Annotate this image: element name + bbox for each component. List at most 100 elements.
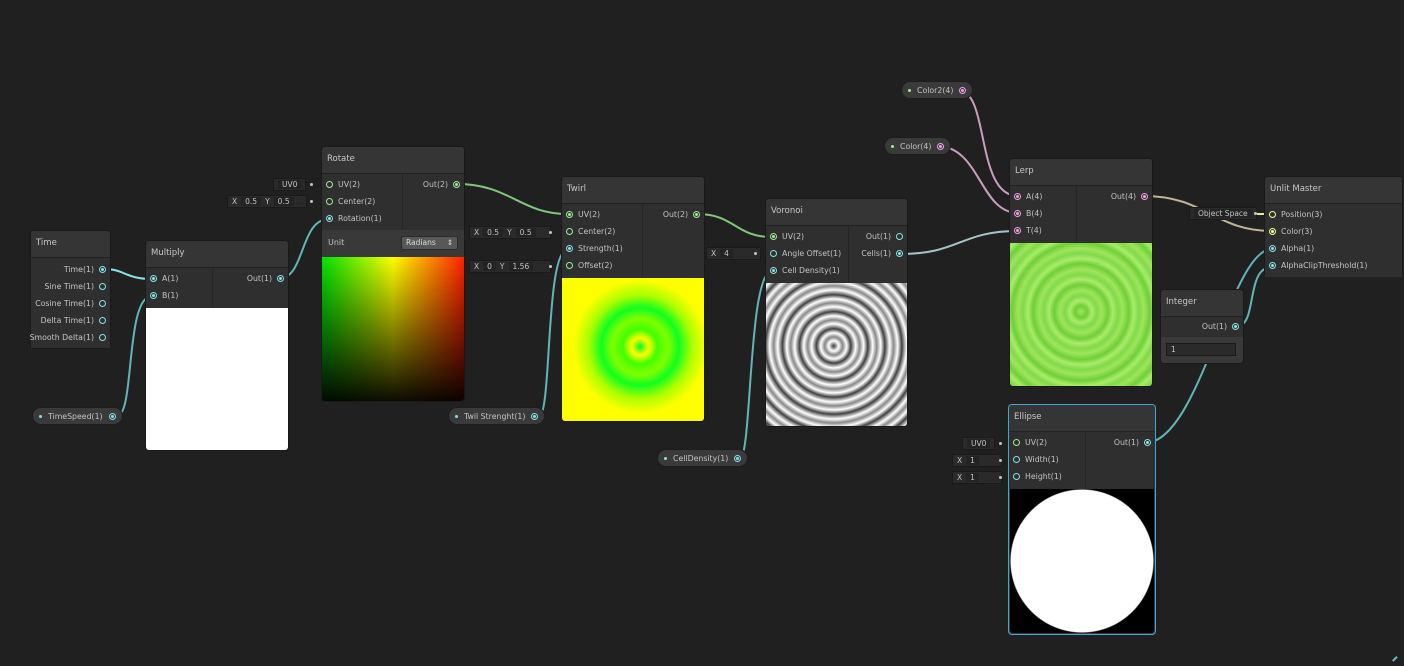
- port-dot-icon[interactable]: [566, 228, 573, 235]
- ellipse-input-uv[interactable]: UV(2): [1013, 438, 1047, 447]
- object-space-field[interactable]: Object Space: [1190, 208, 1256, 219]
- multiply-node[interactable]: Multiply A(1) B(1) Out(1): [146, 241, 288, 450]
- time-node[interactable]: Time Time(1) Sine Time(1) Cosine Time(1)…: [30, 231, 110, 348]
- field-x-value[interactable]: 1: [966, 473, 979, 482]
- port-dot-icon[interactable]: [566, 262, 573, 269]
- port-dot-icon[interactable]: [99, 300, 106, 307]
- voronoi-input-angle-offset[interactable]: Angle Offset(1): [770, 249, 841, 258]
- ellipse-uv-field[interactable]: UV0: [963, 438, 995, 449]
- port-dot-icon[interactable]: [937, 142, 945, 150]
- uv-channel-value[interactable]: UV0: [278, 180, 302, 189]
- time-output-time[interactable]: Time(1): [64, 265, 106, 274]
- rotate-input-center[interactable]: Center(2): [326, 197, 375, 206]
- unit-dropdown[interactable]: Radians ⇕: [401, 236, 458, 250]
- twirl-input-offset[interactable]: Offset(2): [566, 261, 612, 270]
- port-dot-icon[interactable]: [896, 250, 903, 257]
- port-dot-icon[interactable]: [1014, 210, 1021, 217]
- ellipse-height-field[interactable]: X 1: [953, 472, 1001, 483]
- twirl-input-uv[interactable]: UV(2): [566, 210, 600, 219]
- port-dot-icon[interactable]: [1144, 439, 1151, 446]
- unlit-input-alpha[interactable]: Alpha(1): [1269, 244, 1314, 253]
- port-dot-icon[interactable]: [734, 454, 742, 462]
- port-dot-icon[interactable]: [896, 233, 903, 240]
- port-dot-icon[interactable]: [326, 198, 333, 205]
- integer-value-field[interactable]: 1: [1167, 344, 1235, 355]
- ellipse-output[interactable]: Out(1): [1114, 438, 1151, 447]
- port-dot-icon[interactable]: [99, 266, 106, 273]
- voronoi-node[interactable]: Voronoi UV(2) Angle Offset(1) Cell Densi…: [766, 199, 907, 426]
- port-dot-icon[interactable]: [566, 245, 573, 252]
- port-dot-icon[interactable]: [277, 275, 284, 282]
- rotate-uv-field[interactable]: UV0: [274, 179, 306, 190]
- time-output-sine[interactable]: Sine Time(1): [45, 282, 106, 291]
- voronoi-input-cell-density[interactable]: Cell Density(1): [770, 266, 840, 275]
- port-dot-icon[interactable]: [99, 334, 106, 341]
- rotate-node[interactable]: Rotate UV(2) Center(2) Rotation(1) Out(2…: [322, 147, 464, 401]
- port-dot-icon[interactable]: [1013, 439, 1020, 446]
- lerp-input-t[interactable]: T(4): [1014, 226, 1042, 235]
- port-dot-icon[interactable]: [326, 181, 333, 188]
- twirl-input-strength[interactable]: Strength(1): [566, 244, 623, 253]
- port-dot-icon[interactable]: [531, 412, 539, 420]
- ellipse-width-field[interactable]: X 1: [953, 455, 1001, 466]
- port-dot-icon[interactable]: [1269, 245, 1276, 252]
- field-x-value[interactable]: 0.5: [483, 228, 504, 237]
- port-dot-icon[interactable]: [770, 233, 777, 240]
- port-dot-icon[interactable]: [1014, 227, 1021, 234]
- integer-node[interactable]: Integer Out(1) 1: [1161, 290, 1243, 363]
- lerp-node[interactable]: Lerp A(4) B(4) T(4) Out(4): [1010, 159, 1152, 386]
- lerp-output[interactable]: Out(4): [1111, 192, 1148, 201]
- multiply-input-a[interactable]: A(1): [150, 274, 178, 283]
- port-dot-icon[interactable]: [770, 250, 777, 257]
- field-y-value[interactable]: 0.5: [273, 197, 294, 206]
- twirl-strength-property-node[interactable]: Twil Strenght(1): [449, 408, 545, 424]
- voronoi-input-uv[interactable]: UV(2): [770, 232, 804, 241]
- port-dot-icon[interactable]: [1269, 262, 1276, 269]
- field-y-value[interactable]: 0.5: [515, 228, 536, 237]
- field-x-value[interactable]: 4: [720, 249, 733, 258]
- port-dot-icon[interactable]: [150, 275, 157, 282]
- timespeed-property-node[interactable]: TimeSpeed(1): [33, 408, 122, 424]
- twirl-input-center[interactable]: Center(2): [566, 227, 615, 236]
- field-x-value[interactable]: 0: [483, 262, 496, 271]
- twirl-center-field[interactable]: X 0.5 Y 0.5: [470, 227, 550, 238]
- integer-output[interactable]: Out(1): [1202, 322, 1239, 331]
- port-dot-icon[interactable]: [1013, 456, 1020, 463]
- voronoi-output-out[interactable]: Out(1): [866, 232, 903, 241]
- port-dot-icon[interactable]: [99, 317, 106, 324]
- port-dot-icon[interactable]: [1232, 323, 1239, 330]
- unlit-input-color[interactable]: Color(3): [1269, 227, 1312, 236]
- unlit-input-alpha-clip[interactable]: AlphaClipThreshold(1): [1269, 261, 1367, 270]
- twirl-node[interactable]: Twirl UV(2) Center(2) Strength(1) Offset…: [562, 177, 704, 421]
- field-x-value[interactable]: 1: [966, 456, 979, 465]
- port-dot-icon[interactable]: [99, 283, 106, 290]
- port-dot-icon[interactable]: [1141, 193, 1148, 200]
- port-dot-icon[interactable]: [108, 412, 116, 420]
- time-output-delta[interactable]: Delta Time(1): [41, 316, 106, 325]
- rotate-center-field[interactable]: X 0.5 Y 0.5: [228, 196, 306, 207]
- port-dot-icon[interactable]: [1269, 228, 1276, 235]
- multiply-input-b[interactable]: B(1): [150, 291, 178, 300]
- cell-density-property-node[interactable]: CellDensity(1): [658, 450, 748, 466]
- multiply-output[interactable]: Out(1): [247, 274, 284, 283]
- port-dot-icon[interactable]: [566, 211, 573, 218]
- port-dot-icon[interactable]: [959, 86, 967, 94]
- voronoi-output-cells[interactable]: Cells(1): [861, 249, 903, 258]
- port-dot-icon[interactable]: [326, 215, 333, 222]
- port-dot-icon[interactable]: [770, 267, 777, 274]
- port-dot-icon[interactable]: [693, 211, 700, 218]
- port-dot-icon[interactable]: [150, 292, 157, 299]
- ellipse-input-height[interactable]: Height(1): [1013, 472, 1062, 481]
- ellipse-input-width[interactable]: Width(1): [1013, 455, 1059, 464]
- twirl-offset-field[interactable]: X 0 Y 1.56: [470, 261, 550, 272]
- rotate-input-uv[interactable]: UV(2): [326, 180, 360, 189]
- uv-channel-value[interactable]: UV0: [967, 439, 991, 448]
- unlit-input-position[interactable]: Position(3): [1269, 210, 1322, 219]
- voronoi-angle-field[interactable]: X 4: [707, 248, 760, 259]
- time-output-cosine[interactable]: Cosine Time(1): [35, 299, 106, 308]
- lerp-input-b[interactable]: B(4): [1014, 209, 1042, 218]
- space-value[interactable]: Object Space: [1194, 209, 1252, 218]
- port-dot-icon[interactable]: [453, 181, 460, 188]
- ellipse-node[interactable]: Ellipse UV(2) Width(1) Height(1) Out(1): [1009, 405, 1155, 634]
- twirl-output[interactable]: Out(2): [663, 210, 700, 219]
